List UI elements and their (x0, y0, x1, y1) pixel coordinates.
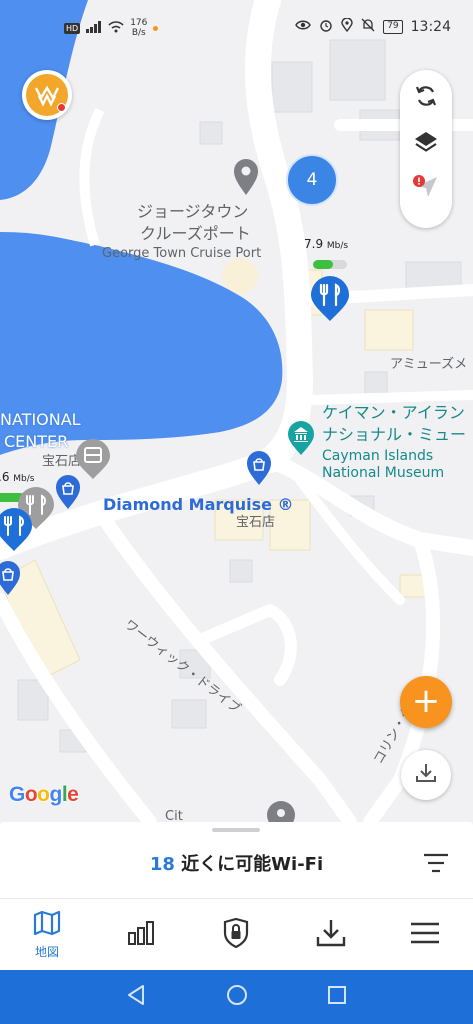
eye-icon (295, 19, 312, 35)
national-center-label-2: CENTER (4, 432, 69, 451)
speed-tag-1: 7.9 Mb/s (304, 237, 348, 251)
speed-bar-1 (313, 260, 347, 269)
nearby-wifi-sheet[interactable]: 18 近くに可能Wi-Fi (0, 822, 473, 898)
locate-button[interactable] (400, 168, 452, 212)
clock: 13:24 (410, 19, 451, 35)
map-view[interactable]: HD 176 B/s 79 13:24 ジョージタウン クルーズポート Geor… (0, 0, 473, 822)
battery-indicator: 79 (383, 20, 403, 34)
nav-recents-button[interactable] (322, 982, 352, 1012)
google-logo-o2: o (37, 783, 50, 806)
shield-lock-icon (222, 917, 250, 952)
google-logo-o1: o (24, 783, 38, 806)
nearby-wifi-title: 18 近くに可能Wi-Fi (0, 850, 473, 876)
wifi-status-icon (108, 20, 124, 36)
cruise-port-label-jp-1: ジョージタウン (137, 202, 249, 221)
google-logo-g2: g (49, 783, 63, 806)
museum-label-jp-1: ケイマン・アイラン (322, 403, 465, 422)
speed-bar-1-fill (313, 260, 334, 269)
notification-dot-icon (153, 25, 159, 31)
google-logo: Google (9, 783, 79, 807)
signal-icon (86, 20, 102, 36)
national-center-label-1: NATIONAL (0, 410, 81, 429)
map-controls (400, 70, 452, 228)
back-triangle-icon (125, 984, 147, 1010)
sheet-drag-handle[interactable] (212, 828, 260, 832)
download-tab-icon (316, 919, 346, 951)
system-navigation-bar (0, 970, 473, 1024)
mute-icon (361, 18, 375, 36)
tab-downloads[interactable] (284, 899, 378, 971)
nav-home-button[interactable] (222, 982, 252, 1012)
filter-icon (423, 853, 449, 878)
wifi-cluster-marker[interactable]: 4 (286, 154, 338, 206)
place-marker-gray[interactable] (233, 158, 259, 200)
bar-chart-icon (127, 920, 155, 950)
map-icon (33, 910, 61, 940)
user-avatar[interactable] (22, 70, 72, 120)
google-logo-e: e (67, 783, 79, 806)
city-partial-label: Cit (165, 809, 183, 822)
museum-marker[interactable] (286, 420, 316, 460)
layers-button[interactable] (400, 122, 452, 166)
tab-menu[interactable] (378, 899, 472, 971)
place-marker-bottom[interactable] (266, 800, 296, 822)
add-hotspot-button[interactable]: + (400, 676, 452, 728)
museum-label-en-2: National Museum (322, 465, 445, 481)
jewelry-center-label: 宝石店 (236, 515, 276, 530)
network-speed-unit: B/s (131, 28, 146, 38)
network-speed: 176 B/s (130, 18, 147, 38)
bus-stop-marker[interactable] (74, 438, 112, 484)
recents-square-icon (326, 984, 348, 1010)
bottom-tab-bar: 地図 (0, 898, 473, 970)
avatar-notification-dot (57, 103, 66, 112)
diamond-marquise-label: Diamond Marquise ® (103, 495, 294, 514)
speed-tag-2-unit: Mb/s (13, 474, 35, 484)
location-status-icon (341, 17, 353, 36)
menu-icon (410, 921, 440, 949)
restaurant-wifi-marker-1[interactable] (309, 274, 351, 326)
download-map-button[interactable] (401, 750, 451, 800)
nav-back-button[interactable] (121, 982, 151, 1012)
alarm-icon (319, 18, 333, 36)
status-left: HD 176 B/s (64, 18, 159, 38)
amusement-label: アミューズメ (390, 357, 468, 372)
google-logo-g1: G (9, 783, 25, 806)
nearby-wifi-text: 近くに可能Wi-Fi (174, 854, 324, 875)
nearby-wifi-count: 18 (149, 854, 175, 875)
home-circle-icon (226, 984, 248, 1010)
layers-icon (413, 129, 439, 159)
plus-icon: + (411, 681, 441, 721)
tab-stats[interactable] (94, 899, 188, 971)
status-bar: HD 176 B/s 79 13:24 (0, 0, 473, 60)
filter-button[interactable] (423, 852, 449, 874)
status-right: 79 13:24 (295, 17, 451, 36)
refresh-button[interactable] (400, 76, 452, 120)
cruise-port-label-jp-2: クルーズポート (140, 224, 251, 243)
speed-tag-2: .6 Mb/s (0, 470, 34, 484)
restaurant-wifi-marker-3[interactable] (0, 506, 34, 556)
tab-map[interactable]: 地図 (0, 899, 94, 971)
speed-tag-1-value: 7.9 (304, 237, 324, 251)
location-arrow-icon (411, 173, 441, 207)
download-icon (414, 761, 438, 789)
museum-label-jp-2: ナショナル・ミュー (322, 425, 467, 444)
shopping-marker-edge[interactable] (0, 560, 22, 600)
network-speed-value: 176 (130, 18, 148, 28)
speed-tag-2-value: .6 (0, 470, 10, 484)
hd-badge: HD (64, 22, 81, 34)
museum-label-en-1: Cayman Islands (322, 448, 434, 464)
refresh-icon (413, 83, 439, 113)
tab-security[interactable] (189, 899, 283, 971)
shopping-marker-center[interactable] (245, 450, 273, 490)
speed-tag-1-unit: Mb/s (326, 241, 349, 251)
cruise-port-label-en: George Town Cruise Port (102, 246, 262, 261)
tab-map-label: 地図 (34, 945, 59, 959)
